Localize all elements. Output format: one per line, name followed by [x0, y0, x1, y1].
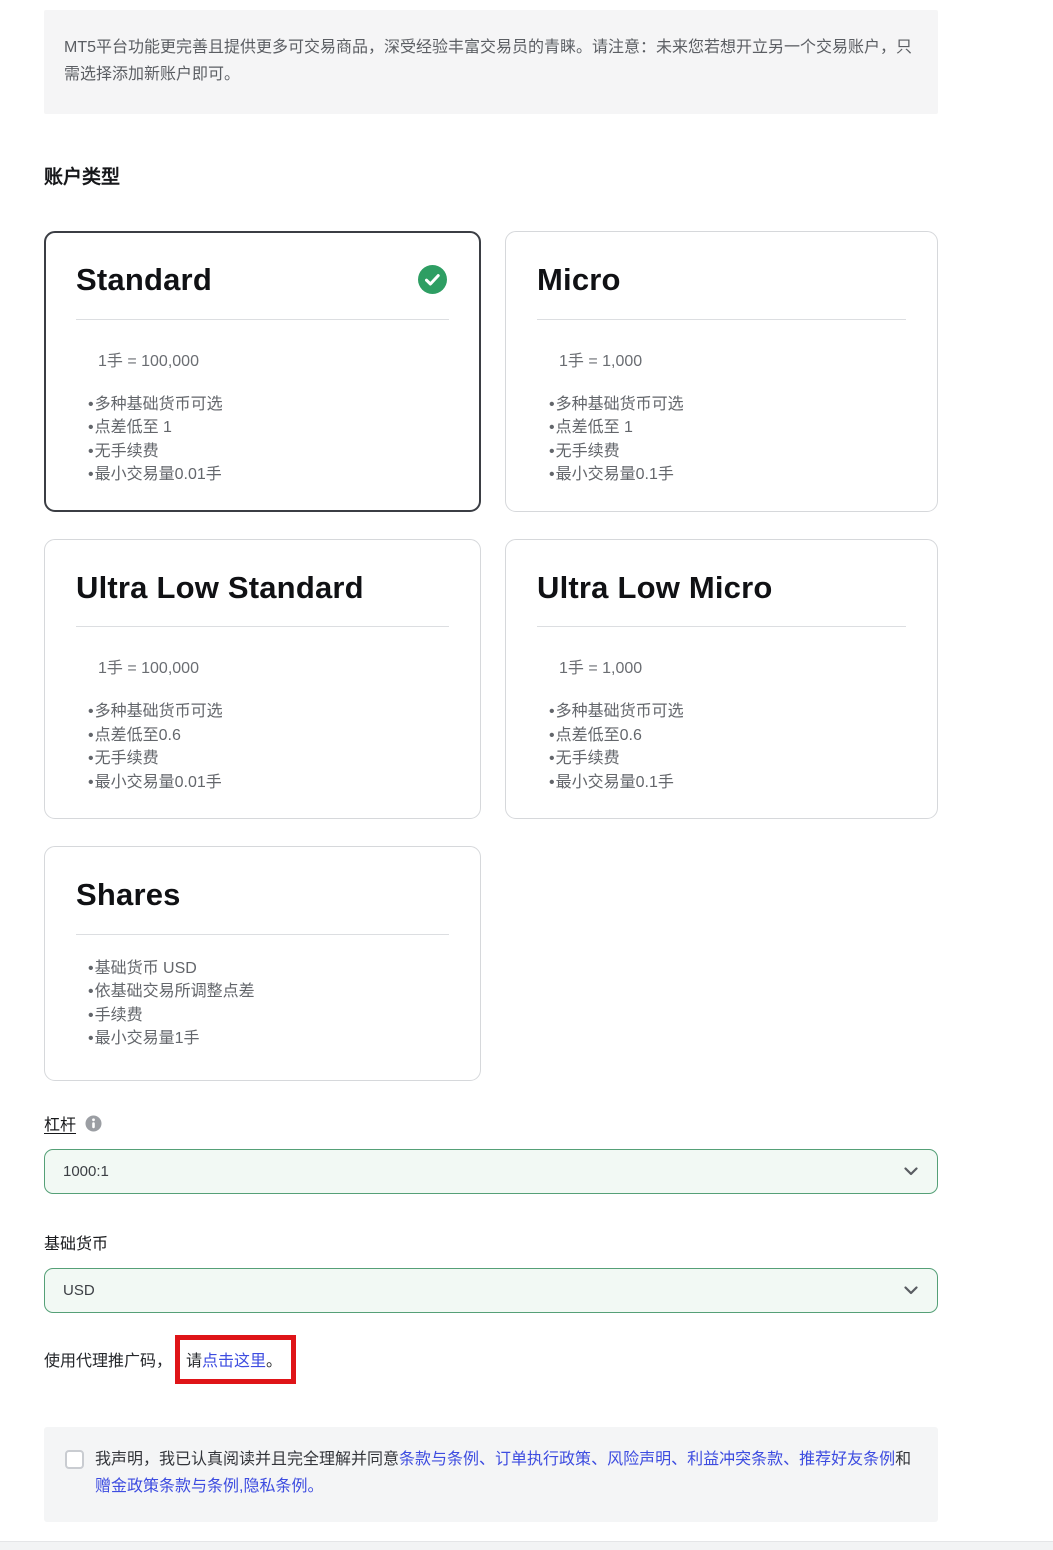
- base-currency-label: 基础货币: [44, 1230, 108, 1254]
- promo-code-label: 使用代理推广码，: [44, 1347, 172, 1371]
- card-feature-list: 多种基础货币可选 点差低至 1 无手续费 最小交易量0.01手: [88, 393, 449, 487]
- card-title: Ultra Low Micro: [537, 570, 773, 606]
- card-feature: 无手续费: [549, 440, 906, 464]
- chevron-down-icon: [904, 1282, 918, 1300]
- card-divider: [537, 319, 906, 320]
- card-title: Standard: [76, 262, 212, 298]
- card-lot-size: 1手 = 100,000: [98, 654, 449, 678]
- account-type-card-ultra-low-micro[interactable]: Ultra Low Micro 1手 = 1,000 多种基础货币可选 点差低至…: [505, 539, 938, 820]
- card-feature-list: 多种基础货币可选 点差低至0.6 无手续费 最小交易量0.1手: [549, 700, 906, 794]
- card-feature: 无手续费: [88, 440, 449, 464]
- card-feature-list: 多种基础货币可选 点差低至 1 无手续费 最小交易量0.1手: [549, 393, 906, 487]
- info-banner: MT5平台功能更完善且提供更多可交易商品，深受经验丰富交易员的青睐。请注意：未来…: [44, 10, 938, 114]
- info-banner-text: MT5平台功能更完善且提供更多可交易商品，深受经验丰富交易员的青睐。请注意：未来…: [64, 39, 912, 83]
- agreement-conjunction: 和: [895, 1451, 911, 1468]
- card-feature: 手续费: [88, 1004, 449, 1028]
- chevron-down-icon: [904, 1163, 918, 1181]
- selected-check-icon: [418, 265, 447, 294]
- leverage-label: 杠杆: [44, 1111, 76, 1135]
- card-lot-size: 1手 = 100,000: [98, 347, 449, 371]
- refer-a-friend-link[interactable]: 推荐好友条例: [799, 1451, 895, 1468]
- card-feature: 无手续费: [549, 747, 906, 771]
- promo-inside-suffix: 。: [266, 1347, 282, 1371]
- account-type-card-shares[interactable]: Shares 基础货币 USD 依基础交易所调整点差 手续费 最小交易量1手: [44, 846, 481, 1081]
- risk-disclosure-link[interactable]: 风险声明: [607, 1451, 671, 1468]
- account-type-grid: Standard 1手 = 100,000 多种基础货币可选 点差低至 1 无手…: [44, 231, 938, 1081]
- footer-strip: [0, 1541, 1053, 1550]
- card-feature: 无手续费: [88, 747, 449, 771]
- privacy-policy-link[interactable]: 隐私条例: [243, 1478, 307, 1495]
- base-currency-select-value: USD: [63, 1282, 95, 1299]
- card-feature: 点差低至0.6: [88, 724, 449, 748]
- card-feature: 多种基础货币可选: [88, 700, 449, 724]
- card-feature: 点差低至 1: [88, 416, 449, 440]
- card-feature: 依基础交易所调整点差: [88, 980, 449, 1004]
- card-title: Micro: [537, 262, 621, 298]
- account-type-card-standard[interactable]: Standard 1手 = 100,000 多种基础货币可选 点差低至 1 无手…: [44, 231, 481, 512]
- card-lot-size: 1手 = 1,000: [559, 654, 906, 678]
- card-title: Ultra Low Standard: [76, 570, 364, 606]
- card-feature-list: 基础货币 USD 依基础交易所调整点差 手续费 最小交易量1手: [88, 957, 449, 1051]
- account-type-card-micro[interactable]: Micro 1手 = 1,000 多种基础货币可选 点差低至 1 无手续费 最小…: [505, 231, 938, 512]
- agreement-box: 我声明，我已认真阅读并且完全理解并同意条款与条例、订单执行政策、风险声明、利益冲…: [44, 1427, 938, 1522]
- card-lot-size: 1手 = 1,000: [559, 347, 906, 371]
- card-feature: 最小交易量0.01手: [88, 463, 449, 487]
- card-divider: [76, 319, 449, 320]
- agreement-prefix: 我声明，我已认真阅读并且完全理解并同意: [95, 1451, 399, 1468]
- conflict-of-interest-link[interactable]: 利益冲突条款: [687, 1451, 783, 1468]
- card-feature: 最小交易量0.1手: [549, 463, 906, 487]
- base-currency-select[interactable]: USD: [44, 1268, 938, 1313]
- card-feature: 基础货币 USD: [88, 957, 449, 981]
- card-feature: 多种基础货币可选: [549, 700, 906, 724]
- account-setup-form: MT5平台功能更完善且提供更多可交易商品，深受经验丰富交易员的青睐。请注意：未来…: [44, 10, 938, 1522]
- leverage-select-value: 1000:1: [63, 1163, 109, 1180]
- order-execution-policy-link[interactable]: 订单执行政策: [495, 1451, 591, 1468]
- card-feature: 点差低至0.6: [549, 724, 906, 748]
- card-feature: 多种基础货币可选: [549, 393, 906, 417]
- promo-click-here-link[interactable]: 点击这里: [202, 1347, 266, 1371]
- card-feature: 最小交易量0.01手: [88, 771, 449, 795]
- leverage-select[interactable]: 1000:1: [44, 1149, 938, 1194]
- account-type-card-ultra-low-standard[interactable]: Ultra Low Standard 1手 = 100,000 多种基础货币可选…: [44, 539, 481, 820]
- card-feature-list: 多种基础货币可选 点差低至0.6 无手续费 最小交易量0.01手: [88, 700, 449, 794]
- card-title: Shares: [76, 877, 181, 913]
- card-feature: 最小交易量1手: [88, 1027, 449, 1051]
- card-divider: [537, 626, 906, 627]
- card-feature: 多种基础货币可选: [88, 393, 449, 417]
- agreement-checkbox[interactable]: [65, 1450, 84, 1469]
- annotation-red-box: 请点击这里。: [175, 1335, 296, 1384]
- account-type-heading: 账户类型: [44, 162, 938, 189]
- promo-inside-prefix: 请: [186, 1347, 202, 1371]
- agreement-text: 我声明，我已认真阅读并且完全理解并同意条款与条例、订单执行政策、风险声明、利益冲…: [95, 1446, 914, 1500]
- info-icon[interactable]: [85, 1115, 102, 1132]
- card-feature: 最小交易量0.1手: [549, 771, 906, 795]
- promo-code-row: 使用代理推广码，请点击这里。: [44, 1334, 938, 1384]
- terms-link[interactable]: 条款与条例: [399, 1451, 479, 1468]
- card-feature: 点差低至 1: [549, 416, 906, 440]
- bonus-policy-link[interactable]: 赠金政策条款与条例: [95, 1478, 239, 1495]
- card-divider: [76, 626, 449, 627]
- card-divider: [76, 934, 449, 935]
